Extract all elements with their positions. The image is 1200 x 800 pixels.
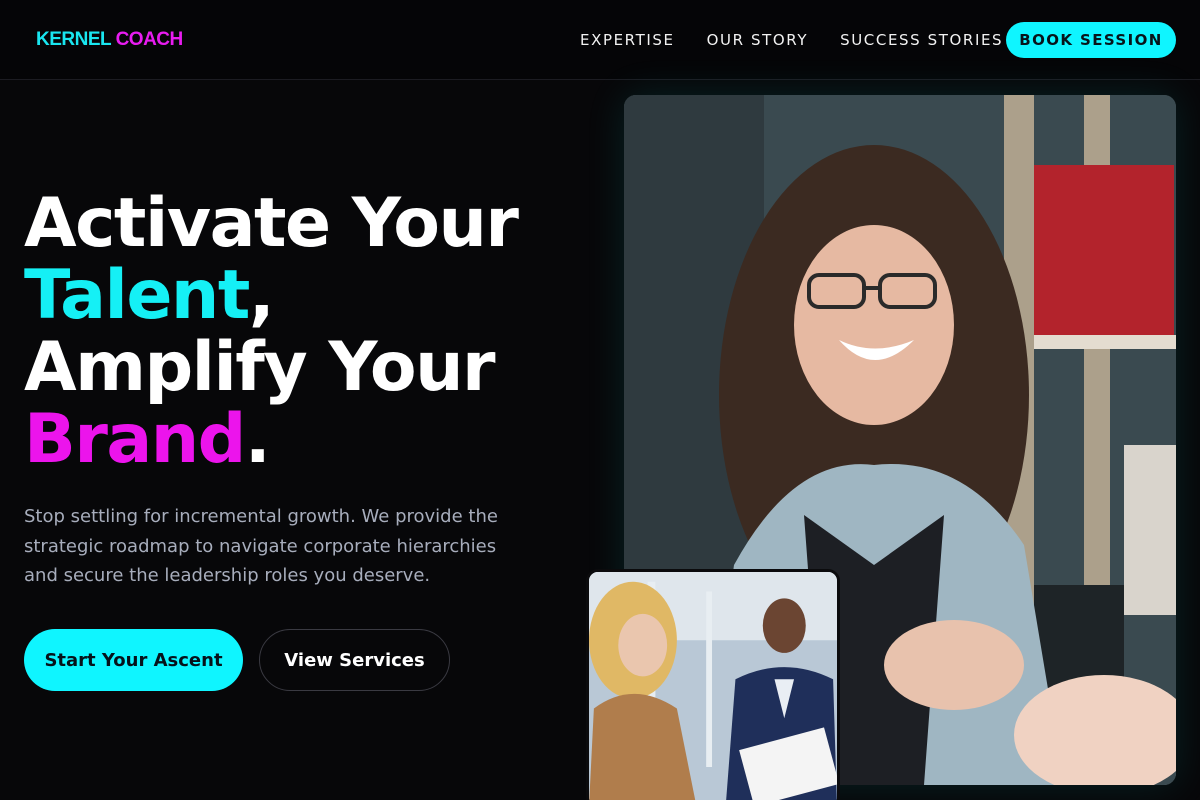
book-session-button[interactable]: BOOK SESSION	[1006, 22, 1176, 58]
headline-line-4: Brand.	[24, 404, 517, 476]
hero-headline: Activate Your Talent, Amplify Your Brand…	[24, 184, 519, 476]
nav-link-our-story[interactable]: OUR STORY	[707, 31, 809, 49]
nav-link-success-stories[interactable]: SUCCESS STORIES	[840, 31, 1003, 49]
headline-line-1: Activate Your	[24, 184, 519, 263]
headline-comma: ,	[248, 256, 275, 335]
nav-links: EXPERTISE OUR STORY SUCCESS STORIES	[580, 31, 1035, 49]
headline-accent-talent: Talent	[24, 256, 250, 335]
headline-line-3: Amplify Your	[24, 328, 496, 407]
view-services-button[interactable]: View Services	[259, 629, 450, 691]
hero-subtitle: Stop settling for incremental growth. We…	[24, 506, 498, 586]
nav-link-expertise[interactable]: EXPERTISE	[580, 31, 675, 49]
brand-logo-part2: COACH	[115, 29, 184, 50]
headline-line-2: Talent,	[24, 260, 517, 332]
headline-period: .	[244, 400, 271, 479]
secondary-photo-illustration	[589, 572, 837, 800]
hero-secondary-photo	[586, 569, 840, 800]
headline-accent-brand: Brand	[24, 400, 246, 479]
top-navbar: KERNEL COACH EXPERTISE OUR STORY SUCCESS…	[0, 0, 1200, 80]
brand-logo-part1: KERNEL	[36, 29, 111, 50]
start-ascent-button[interactable]: Start Your Ascent	[24, 629, 243, 691]
brand-logo[interactable]: KERNEL COACH	[36, 29, 183, 51]
